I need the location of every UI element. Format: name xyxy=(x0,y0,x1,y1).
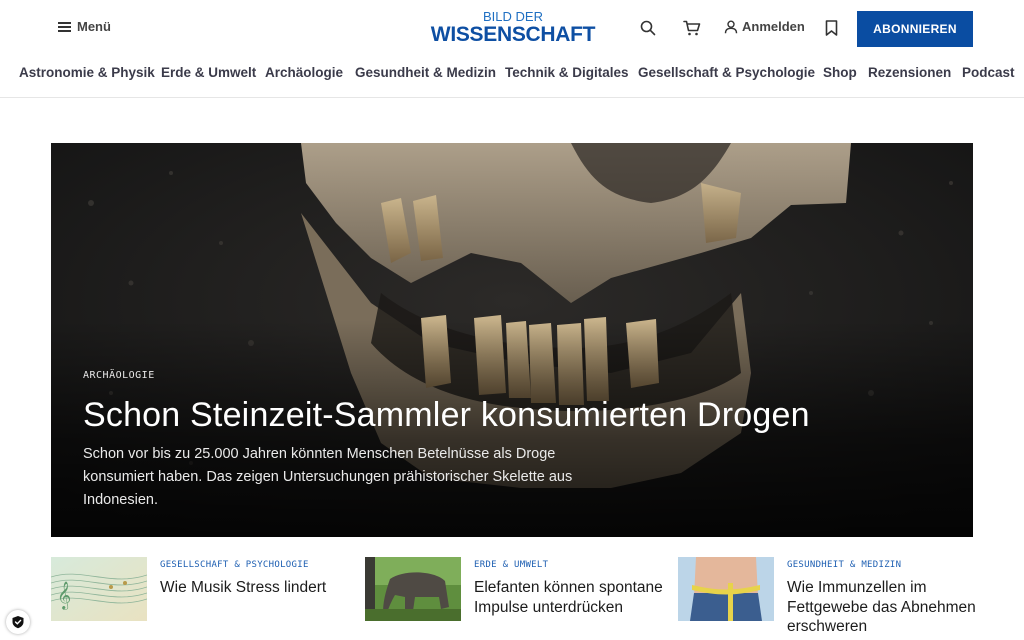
menu-icon xyxy=(58,21,71,32)
card-thumbnail-elephant[interactable] xyxy=(365,557,461,621)
card-title[interactable]: Elefanten können spontane Impulse unterd… xyxy=(474,578,664,617)
search-icon[interactable] xyxy=(638,18,658,38)
card-thumbnail-music[interactable]: 𝄞 xyxy=(51,557,147,621)
site-logo[interactable]: BILD DER WISSENSCHAFT xyxy=(428,10,598,48)
subscribe-button[interactable]: ABONNIEREN xyxy=(857,11,973,47)
card-thumbnail-belly[interactable] xyxy=(678,557,774,621)
card-title[interactable]: Wie Immunzellen im Fettgewebe das Abnehm… xyxy=(787,578,977,637)
article-card[interactable]: GESUNDHEIT & MEDIZIN Wie Immunzellen im … xyxy=(678,557,978,635)
main-navigation: Astronomie & Physik Erde & Umwelt Archäo… xyxy=(0,62,1024,86)
nav-item-rezensionen[interactable]: Rezensionen xyxy=(868,65,951,80)
logo-line2: WISSENSCHAFT xyxy=(430,23,596,46)
svg-text:𝄞: 𝄞 xyxy=(57,581,71,610)
hero-teaser: Schon vor bis zu 25.000 Jahren könnten M… xyxy=(83,446,573,508)
nav-item-archaeologie[interactable]: Archäologie xyxy=(265,65,343,80)
nav-divider xyxy=(0,97,1024,98)
nav-item-podcast[interactable]: Podcast xyxy=(962,65,1015,80)
hero-category[interactable]: ARCHÄOLOGIE xyxy=(83,370,155,381)
card-title[interactable]: Wie Musik Stress lindert xyxy=(160,578,350,598)
menu-label: Menü xyxy=(77,19,111,34)
privacy-shield-button[interactable] xyxy=(6,610,30,634)
bookmark-icon[interactable] xyxy=(821,18,841,38)
login-link[interactable]: Anmelden xyxy=(724,19,805,34)
hero-article[interactable]: ARCHÄOLOGIE Schon Steinzeit-Sammler kons… xyxy=(51,143,973,537)
cart-icon[interactable] xyxy=(682,18,702,38)
nav-item-gesellschaft[interactable]: Gesellschaft & Psychologie xyxy=(638,65,815,80)
article-card[interactable]: 𝄞 GESELLSCHAFT & PSYCHOLOGIE Wie Musik S… xyxy=(51,557,351,627)
login-label: Anmelden xyxy=(742,19,805,34)
card-category[interactable]: ERDE & UMWELT xyxy=(474,560,548,570)
nav-item-shop[interactable]: Shop xyxy=(823,65,857,80)
card-category[interactable]: GESUNDHEIT & MEDIZIN xyxy=(787,560,901,570)
logo-line1: BILD DER xyxy=(483,9,543,24)
nav-item-technik[interactable]: Technik & Digitales xyxy=(505,65,629,80)
hero-title[interactable]: Schon Steinzeit-Sammler konsumierten Dro… xyxy=(83,396,810,435)
site-header: Menü BILD DER WISSENSCHAFT Anmelden ABON… xyxy=(0,0,1024,58)
user-icon xyxy=(724,19,738,33)
menu-button[interactable]: Menü xyxy=(58,19,111,34)
article-card[interactable]: ERDE & UMWELT Elefanten können spontane … xyxy=(365,557,665,627)
shield-check-icon xyxy=(12,616,24,629)
nav-item-erde-umwelt[interactable]: Erde & Umwelt xyxy=(161,65,256,80)
nav-item-gesundheit[interactable]: Gesundheit & Medizin xyxy=(355,65,496,80)
nav-item-astronomie[interactable]: Astronomie & Physik xyxy=(19,65,155,80)
card-category[interactable]: GESELLSCHAFT & PSYCHOLOGIE xyxy=(160,560,309,570)
